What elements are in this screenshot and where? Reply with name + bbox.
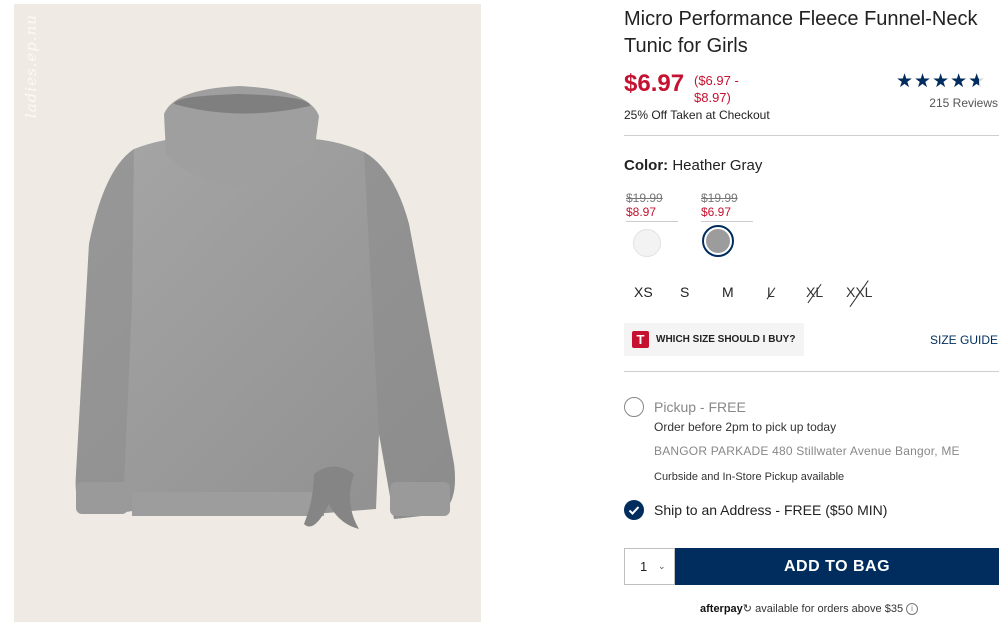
- discount-note: 25% Off Taken at Checkout: [624, 108, 770, 122]
- color-swatch-white[interactable]: [633, 229, 661, 257]
- size-guide-link[interactable]: SIZE GUIDE: [930, 333, 998, 347]
- color-swatch-heather-gray[interactable]: [706, 229, 730, 253]
- which-size-label: WHICH SIZE SHOULD I BUY?: [656, 334, 796, 345]
- ship-radio-checked[interactable]: [624, 500, 644, 520]
- reviews-link[interactable]: 215 Reviews: [929, 96, 998, 110]
- rating-stars[interactable]: ★★★★★ ★★★★★: [896, 70, 986, 93]
- afterpay-loop-icon: ↻: [742, 603, 753, 615]
- size-xs[interactable]: XS: [634, 284, 653, 300]
- curbside-note: Curbside and In-Store Pickup available: [654, 471, 845, 483]
- size-xl-unavailable[interactable]: XL: [806, 284, 823, 300]
- afterpay-logo: afterpay: [700, 603, 743, 615]
- size-m[interactable]: M: [722, 284, 734, 300]
- quantity-select[interactable]: 1 ⌄: [624, 548, 675, 585]
- star-rating-icon: ★★★★★ ★★★★★: [896, 71, 987, 92]
- add-to-bag-button[interactable]: ADD TO BAG: [675, 548, 999, 585]
- color-selection-label: Color: Heather Gray: [624, 157, 763, 174]
- chevron-down-icon: ⌄: [658, 561, 666, 571]
- pickup-label: Pickup - FREE: [654, 399, 746, 415]
- product-title: Micro Performance Fleece Funnel-Neck Tun…: [624, 8, 978, 57]
- pickup-radio[interactable]: [624, 397, 644, 417]
- size-xxl-unavailable[interactable]: XXL: [846, 284, 872, 300]
- swatch-price-white: $19.99 $8.97: [626, 191, 678, 222]
- ship-to-address-label: Ship to an Address - FREE ($50 MIN): [654, 502, 888, 518]
- size-help-t-icon: T: [632, 331, 649, 348]
- divider: [624, 135, 999, 136]
- checkmark-icon: [628, 506, 640, 515]
- size-l-unavailable[interactable]: L: [767, 284, 775, 300]
- watermark-text: ladies.ep.nu: [22, 14, 40, 119]
- divider: [624, 371, 999, 372]
- selected-color: Heather Gray: [672, 157, 763, 174]
- sweater-illustration: [75, 86, 455, 529]
- product-image[interactable]: ladies.ep.nu: [14, 4, 481, 622]
- sale-price: $6.97: [624, 70, 685, 97]
- swatch-price-gray: $19.99 $6.97: [701, 191, 753, 222]
- price-range: ($6.97 - $8.97): [694, 73, 739, 105]
- afterpay-note: afterpay↻ available for orders above $35…: [700, 602, 919, 615]
- store-location[interactable]: BANGOR PARKADE 480 Stillwater Avenue Ban…: [654, 444, 960, 458]
- info-icon[interactable]: i: [906, 603, 919, 615]
- size-s[interactable]: S: [680, 284, 689, 300]
- pickup-note: Order before 2pm to pick up today: [654, 420, 837, 434]
- quantity-value: 1: [640, 559, 648, 574]
- which-size-button[interactable]: T WHICH SIZE SHOULD I BUY?: [624, 323, 804, 356]
